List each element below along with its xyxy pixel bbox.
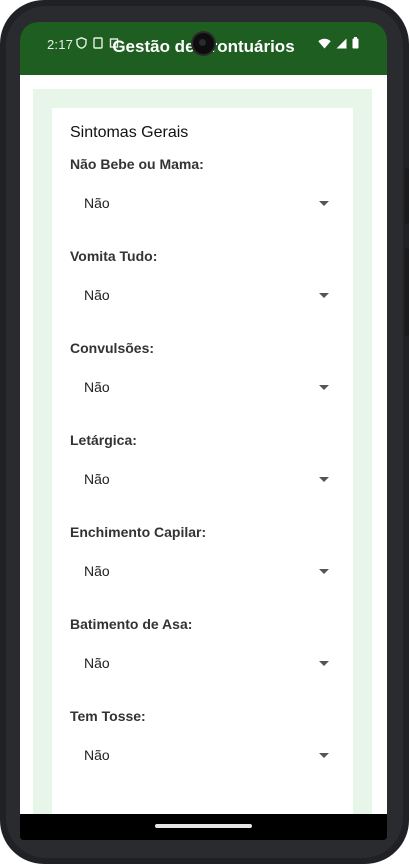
wifi-icon: [318, 38, 331, 48]
phone-frame: 2:17 Gestão de Prontuários Sintomas Gera…: [0, 0, 409, 864]
signal-icon: [336, 38, 347, 48]
field-label: Convulsões:: [70, 340, 155, 356]
field-vomita-tudo: Vomita Tudo: Não: [70, 248, 335, 309]
batimento-de-asa-dropdown[interactable]: Não: [70, 655, 335, 677]
battery-icon: [352, 37, 359, 49]
field-label: Enchimento Capilar:: [70, 524, 207, 540]
vomita-tudo-dropdown[interactable]: Não: [70, 287, 335, 309]
field-label: Vomita Tudo:: [70, 248, 158, 264]
volume-button: [405, 248, 409, 336]
field-tem-tosse: Tem Tosse: Não: [70, 708, 335, 769]
dropdown-value: Não: [84, 655, 110, 671]
nao-bebe-ou-mama-dropdown[interactable]: Não: [70, 195, 335, 217]
caret-down-icon: [319, 477, 329, 482]
letargica-dropdown[interactable]: Não: [70, 471, 335, 493]
symptoms-card: Sintomas Gerais Não Bebe ou Mama: Não Vo…: [52, 108, 353, 814]
dropdown-value: Não: [84, 287, 110, 303]
content-area: Sintomas Gerais Não Bebe ou Mama: Não Vo…: [20, 75, 387, 814]
home-gesture-handle[interactable]: [155, 824, 252, 828]
power-button: [405, 168, 409, 224]
form-panel: Sintomas Gerais Não Bebe ou Mama: Não Vo…: [33, 89, 372, 814]
caret-down-icon: [319, 201, 329, 206]
caret-down-icon: [319, 293, 329, 298]
dropdown-value: Não: [84, 563, 110, 579]
field-letargica: Letárgica: Não: [70, 432, 335, 493]
enchimento-capilar-dropdown[interactable]: Não: [70, 563, 335, 585]
field-label: Batimento de Asa:: [70, 616, 193, 632]
section-title: Sintomas Gerais: [70, 124, 189, 141]
screen: 2:17 Gestão de Prontuários Sintomas Gera…: [20, 22, 387, 840]
field-label: Letárgica:: [70, 432, 137, 448]
convulsoes-dropdown[interactable]: Não: [70, 379, 335, 401]
field-nao-bebe-ou-mama: Não Bebe ou Mama: Não: [70, 156, 335, 217]
caret-down-icon: [319, 569, 329, 574]
field-label: Tem Tosse:: [70, 708, 146, 724]
dropdown-value: Não: [84, 747, 110, 763]
caret-down-icon: [319, 385, 329, 390]
front-camera: [193, 33, 214, 54]
dropdown-value: Não: [84, 379, 110, 395]
caret-down-icon: [319, 753, 329, 758]
field-batimento-de-asa: Batimento de Asa: Não: [70, 616, 335, 677]
field-label: Não Bebe ou Mama:: [70, 156, 204, 172]
navigation-bar: [20, 814, 387, 840]
field-convulsoes: Convulsões: Não: [70, 340, 335, 401]
dropdown-value: Não: [84, 195, 110, 211]
caret-down-icon: [319, 661, 329, 666]
tem-tosse-dropdown[interactable]: Não: [70, 747, 335, 769]
status-icons-right: [318, 37, 359, 49]
field-enchimento-capilar: Enchimento Capilar: Não: [70, 524, 335, 585]
dropdown-value: Não: [84, 471, 110, 487]
